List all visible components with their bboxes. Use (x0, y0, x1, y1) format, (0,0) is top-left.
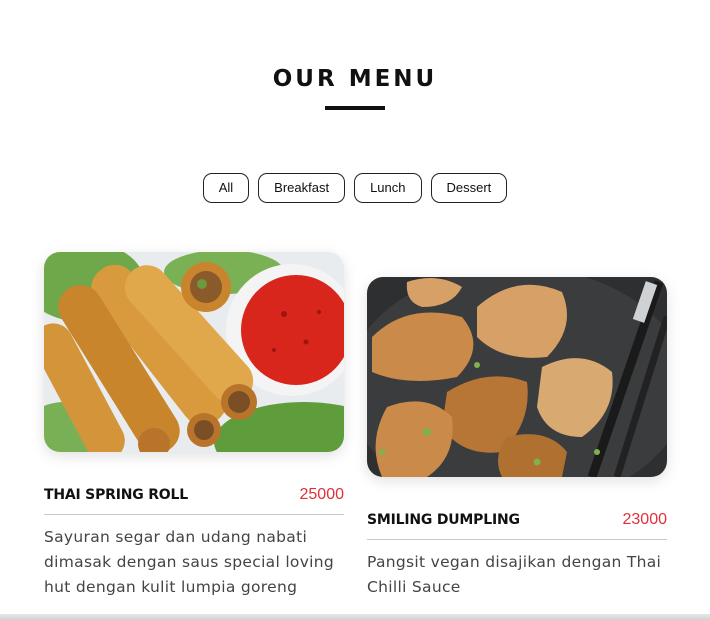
page-title: OUR MENU (272, 66, 438, 92)
dish-name: SMILING DUMPLING (367, 512, 520, 528)
dish-description: Sayuran segar dan udang nabati dimasak d… (44, 528, 335, 596)
filter-all-button[interactable]: All (202, 173, 250, 203)
filter-breakfast-button[interactable]: Breakfast (258, 173, 346, 203)
menu-card-dumpling: SMILING DUMPLING 23000 Pangsit vegan dis… (367, 277, 667, 600)
dish-price: 23000 (622, 511, 668, 528)
menu-card-spring-roll: THAI SPRING ROLL 25000 Sayuran segar dan… (44, 252, 344, 600)
bottom-edge (0, 614, 710, 620)
dish-description: Pangsit vegan disajikan dengan Thai Chil… (367, 553, 662, 596)
filter-dessert-button[interactable]: Dessert (430, 173, 508, 203)
card-header: SMILING DUMPLING 23000 (367, 511, 667, 540)
card-header: THAI SPRING ROLL 25000 (44, 486, 344, 515)
title-underline (325, 106, 385, 110)
menu-filter-bar: All Breakfast Lunch Dessert (0, 173, 710, 203)
dish-name: THAI SPRING ROLL (44, 487, 188, 503)
filter-lunch-button[interactable]: Lunch (354, 173, 422, 203)
dish-price: 25000 (299, 486, 345, 503)
spring-roll-photo (44, 252, 344, 452)
dumpling-photo (367, 277, 667, 477)
